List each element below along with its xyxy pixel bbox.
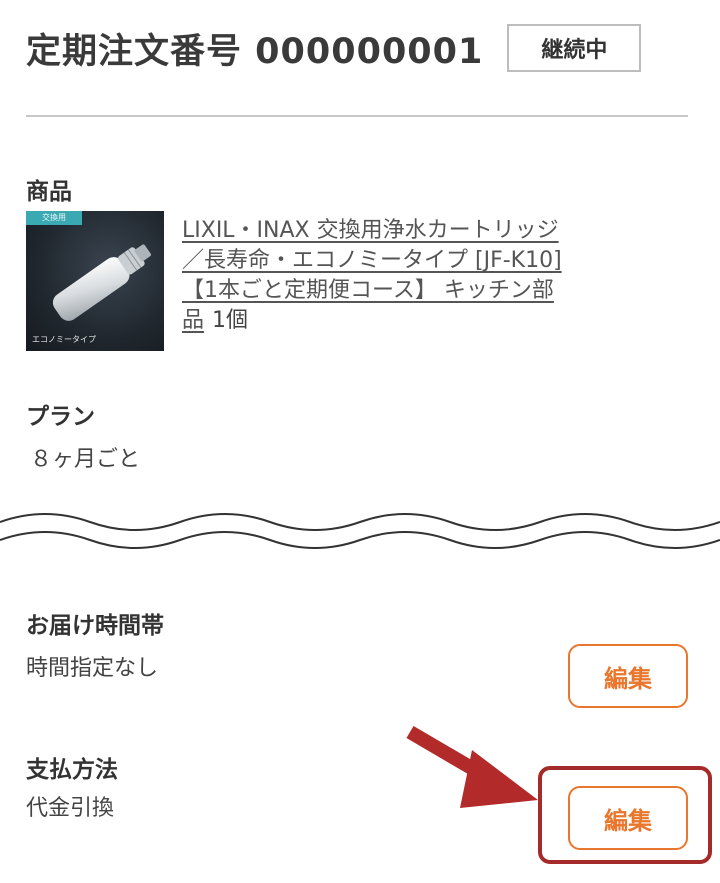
thumbnail-tag: 交換用: [26, 211, 82, 225]
highlight-box: [538, 766, 712, 864]
thumbnail-caption: エコノミータイプ: [32, 335, 96, 344]
product-quantity: 1個: [212, 308, 249, 333]
product-description: LIXIL・INAX 交換用浄水カートリッジ／長寿命・エコノミータイプ [JF-…: [182, 216, 562, 336]
plan-label: プラン: [26, 404, 95, 430]
plan-value: ８ヶ月ごと: [30, 447, 141, 472]
pointer-arrow-icon: [406, 725, 538, 808]
product-thumbnail[interactable]: 交換用 エコノミータイプ: [26, 211, 164, 351]
delivery-time-edit-button[interactable]: 編集: [568, 644, 688, 708]
header-divider: [26, 115, 688, 117]
status-badge: 継続中: [507, 24, 642, 72]
delivery-time-label: お届け時間帯: [26, 613, 164, 639]
order-header: 定期注文番号 000000001 継続中: [26, 22, 642, 74]
water-filter-cartridge-icon: [52, 244, 151, 321]
product-section-label: 商品: [26, 179, 72, 205]
payment-method-label: 支払方法: [26, 757, 118, 783]
order-title: 定期注文番号 000000001: [26, 31, 484, 72]
delivery-time-value: 時間指定なし: [26, 656, 159, 681]
wavy-separator: [0, 513, 720, 549]
payment-method-value: 代金引換: [26, 796, 115, 821]
